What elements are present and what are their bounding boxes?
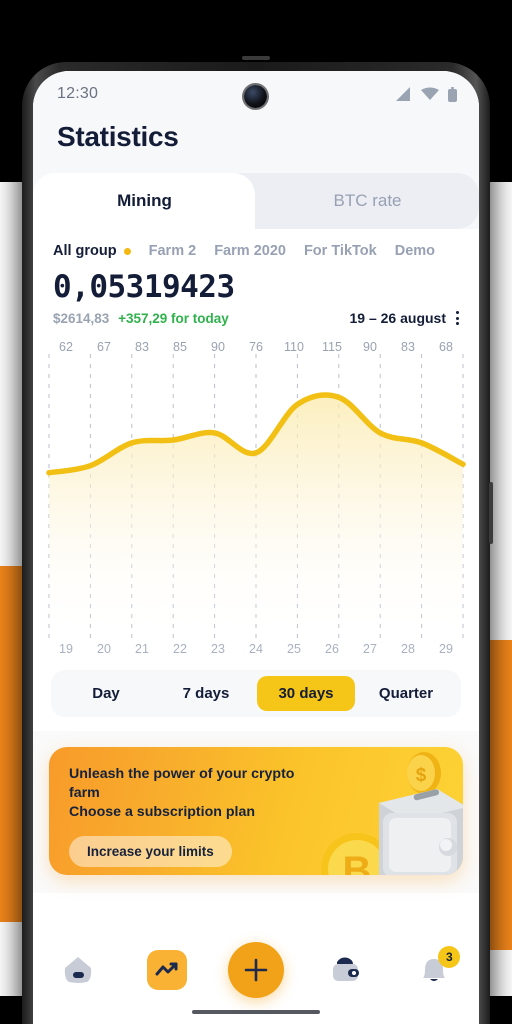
balance-amount: 0,05319423	[53, 269, 235, 305]
status-bar-icons	[395, 86, 457, 102]
add-plus-icon[interactable]	[227, 942, 284, 998]
group-chip-farm-2020[interactable]: Farm 2020	[214, 243, 286, 259]
front-camera-punch-hole	[244, 85, 267, 108]
promo-banner-text: Unleash the power of your crypto farm Ch…	[49, 747, 319, 867]
chart-value-label: 68	[439, 340, 453, 354]
group-chip-for-tiktok[interactable]: For TikTok	[304, 243, 377, 259]
chart-value-label: 115	[322, 340, 342, 354]
balance-sub-row: $2614,83 +357,29 for today 19 – 26 augus…	[33, 305, 479, 326]
tab-bar: Mining BTC rate	[33, 173, 479, 229]
home-icon	[64, 957, 91, 983]
page-header: Statistics	[33, 117, 479, 173]
battery-icon	[448, 86, 457, 102]
notifications-badge: 3	[438, 946, 461, 968]
page-title: Statistics	[57, 121, 179, 152]
chart-x-label: 26	[325, 642, 339, 656]
mining-chart: 62 67 83 85 90 76 110 115 90 83 68 19 20…	[33, 340, 479, 656]
chart-value-label: 90	[363, 340, 377, 354]
nav-wallet[interactable]	[317, 942, 373, 998]
date-range-label: 19 – 26 august	[349, 310, 447, 326]
date-range-control[interactable]: 19 – 26 august	[349, 310, 459, 326]
promo-line-1: Unleash the power of your crypto farm	[69, 766, 295, 802]
kebab-menu-icon[interactable]	[456, 311, 459, 325]
chart-value-label: 90	[211, 340, 225, 354]
balance-details: $2614,83 +357,29 for today	[53, 311, 229, 326]
chart-x-label: 22	[173, 642, 187, 656]
group-filter-row: All group Farm 2 Farm 2020 For TikTok De…	[33, 243, 479, 259]
signal-icon	[396, 87, 410, 101]
period-selector: Day 7 days 30 days Quarter	[51, 670, 461, 717]
chart-x-label: 27	[363, 642, 377, 656]
nav-home[interactable]	[50, 942, 106, 998]
increase-limits-button[interactable]: Increase your limits	[69, 835, 232, 867]
phone-screen: 12:30 Statistics Mining BTC rate All gro…	[33, 71, 479, 1024]
wifi-icon	[421, 87, 439, 100]
period-7-days[interactable]: 7 days	[157, 676, 255, 711]
subscription-promo-banner[interactable]: Unleash the power of your crypto farm Ch…	[49, 747, 463, 875]
balance-row: 0,05319423	[33, 259, 479, 305]
tab-mining[interactable]: Mining	[33, 173, 256, 229]
safe-vault-with-coins-illustration: B $	[321, 752, 463, 875]
svg-text:$: $	[416, 765, 427, 786]
power-button[interactable]	[489, 482, 493, 544]
group-chip-farm-2[interactable]: Farm 2	[149, 243, 197, 259]
active-dot-icon	[123, 247, 131, 255]
period-30-days[interactable]: 30 days	[257, 676, 355, 711]
chart-x-label: 24	[249, 642, 263, 656]
chart-value-label: 76	[249, 340, 263, 354]
chart-value-label: 67	[97, 340, 111, 354]
chart-value-label: 83	[135, 340, 149, 354]
nav-add[interactable]	[227, 942, 284, 998]
status-bar-time: 12:30	[57, 85, 99, 102]
promo-banner-area: Unleash the power of your crypto farm Ch…	[33, 731, 479, 893]
plus-glyph	[244, 958, 268, 982]
chart-area-fill	[49, 395, 463, 639]
chart-line-glyph	[155, 962, 178, 976]
earpiece-speaker	[242, 56, 270, 60]
tab-btc-rate[interactable]: BTC rate	[256, 173, 479, 229]
svg-text:B: B	[343, 849, 372, 875]
group-chip-all-group[interactable]: All group	[53, 243, 131, 259]
bottom-navigation-bar: 3	[33, 928, 479, 1024]
statistics-chart-icon	[146, 950, 187, 990]
home-indicator[interactable]	[192, 1010, 320, 1014]
period-day[interactable]: Day	[57, 676, 155, 711]
chart-x-label: 23	[211, 642, 225, 656]
chart-x-label: 29	[439, 642, 453, 656]
period-quarter[interactable]: Quarter	[357, 676, 455, 711]
chart-value-label: 110	[284, 340, 304, 354]
group-chip-demo[interactable]: Demo	[395, 243, 435, 259]
phone-device-frame: 12:30 Statistics Mining BTC rate All gro…	[22, 56, 493, 1024]
chart-plot-area[interactable]	[41, 354, 471, 639]
chart-x-label: 28	[401, 642, 415, 656]
chart-x-label: 19	[59, 642, 73, 656]
nav-notifications[interactable]: 3	[406, 942, 462, 998]
chart-value-labels: 62 67 83 85 90 76 110 115 90 83 68	[41, 340, 471, 354]
chart-value-label: 62	[59, 340, 73, 354]
group-chip-label: All group	[53, 243, 117, 259]
chart-x-axis-labels: 19 20 21 22 23 24 25 26 27 28 29	[41, 639, 471, 656]
nav-statistics[interactable]	[139, 942, 195, 998]
chart-x-label: 20	[97, 642, 111, 656]
statistics-card: All group Farm 2 Farm 2020 For TikTok De…	[33, 229, 479, 893]
balance-today-delta: +357,29 for today	[118, 311, 229, 326]
chart-value-label: 85	[173, 340, 187, 354]
chart-x-label: 21	[135, 642, 149, 656]
chart-x-label: 25	[287, 642, 301, 656]
chart-value-label: 83	[401, 340, 415, 354]
balance-fiat-value: $2614,83	[53, 311, 110, 326]
wallet-icon	[333, 957, 360, 981]
promo-line-2: Choose a subscription plan	[69, 804, 256, 821]
